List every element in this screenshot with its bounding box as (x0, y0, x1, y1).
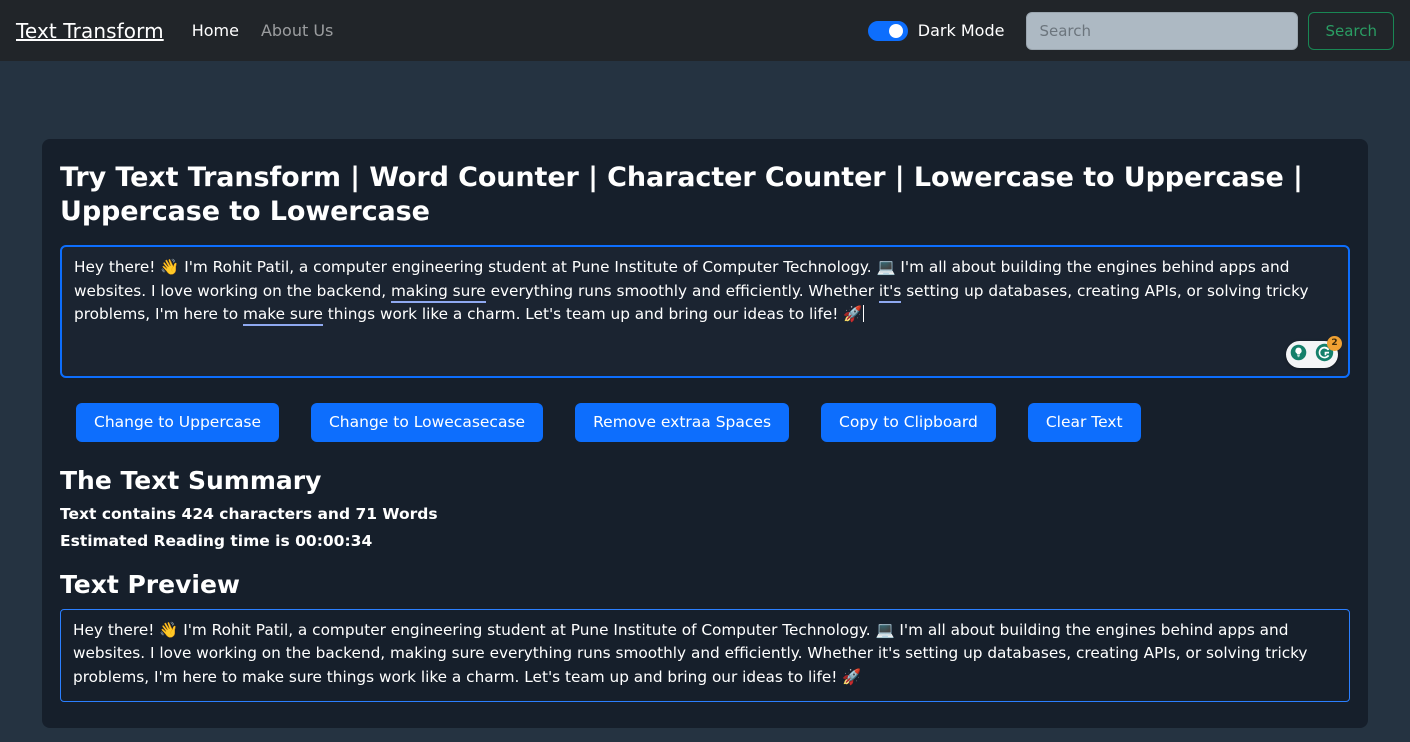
grammar-suggestion-make-sure[interactable]: make sure (243, 305, 323, 326)
dark-mode-label: Dark Mode (918, 21, 1005, 40)
switch-knob-icon (889, 24, 903, 38)
summary-reading-time: Estimated Reading time is 00:00:34 (60, 532, 1350, 550)
grammarly-widget[interactable]: 2 (1286, 341, 1338, 368)
textarea-wrapper: Hey there! 👋 I'm Rohit Patil, a computer… (60, 245, 1350, 378)
summary-heading: The Text Summary (60, 466, 1350, 495)
nav-link-home[interactable]: Home (192, 21, 239, 40)
nav-links: Home About Us (192, 21, 334, 40)
page-body: Try Text Transform | Word Counter | Char… (0, 61, 1410, 728)
search-input[interactable] (1026, 12, 1298, 50)
navbar: Text Transform Home About Us Dark Mode S… (0, 0, 1410, 61)
textarea-text-part-2: everything runs smoothly and efficiently… (486, 282, 879, 300)
main-card: Try Text Transform | Word Counter | Char… (42, 139, 1368, 728)
clear-text-button[interactable]: Clear Text (1028, 403, 1141, 441)
grammar-suggestion-making-sure[interactable]: making sure (391, 282, 486, 303)
text-input-textarea[interactable]: Hey there! 👋 I'm Rohit Patil, a computer… (60, 245, 1350, 378)
remove-extra-spaces-button[interactable]: Remove extraa Spaces (575, 403, 789, 441)
text-preview-box: Hey there! 👋 I'm Rohit Patil, a computer… (60, 609, 1350, 703)
grammar-suggestion-its[interactable]: it's (879, 282, 901, 303)
dark-mode-switch[interactable] (868, 21, 908, 41)
preview-heading: Text Preview (60, 570, 1350, 599)
brand-logo[interactable]: Text Transform (16, 19, 164, 43)
grammarly-suggestion-count-badge[interactable]: 2 (1327, 336, 1342, 351)
navbar-right-group: Dark Mode Search (868, 12, 1394, 50)
action-button-row: Change to Uppercase Change to Lowecaseca… (60, 403, 1350, 441)
textarea-text-part-4: things work like a charm. Let's team up … (323, 305, 862, 323)
summary-counts: Text contains 424 characters and 71 Word… (60, 505, 1350, 523)
change-to-uppercase-button[interactable]: Change to Uppercase (76, 403, 279, 441)
lightbulb-icon[interactable] (1290, 344, 1307, 365)
search-button[interactable]: Search (1308, 12, 1394, 50)
dark-mode-toggle-group[interactable]: Dark Mode (868, 21, 1005, 41)
text-caret (863, 305, 864, 322)
page-title: Try Text Transform | Word Counter | Char… (60, 161, 1350, 229)
nav-link-about-us[interactable]: About Us (261, 21, 333, 40)
copy-to-clipboard-button[interactable]: Copy to Clipboard (821, 403, 996, 441)
change-to-lowercase-button[interactable]: Change to Lowecasecase (311, 403, 543, 441)
